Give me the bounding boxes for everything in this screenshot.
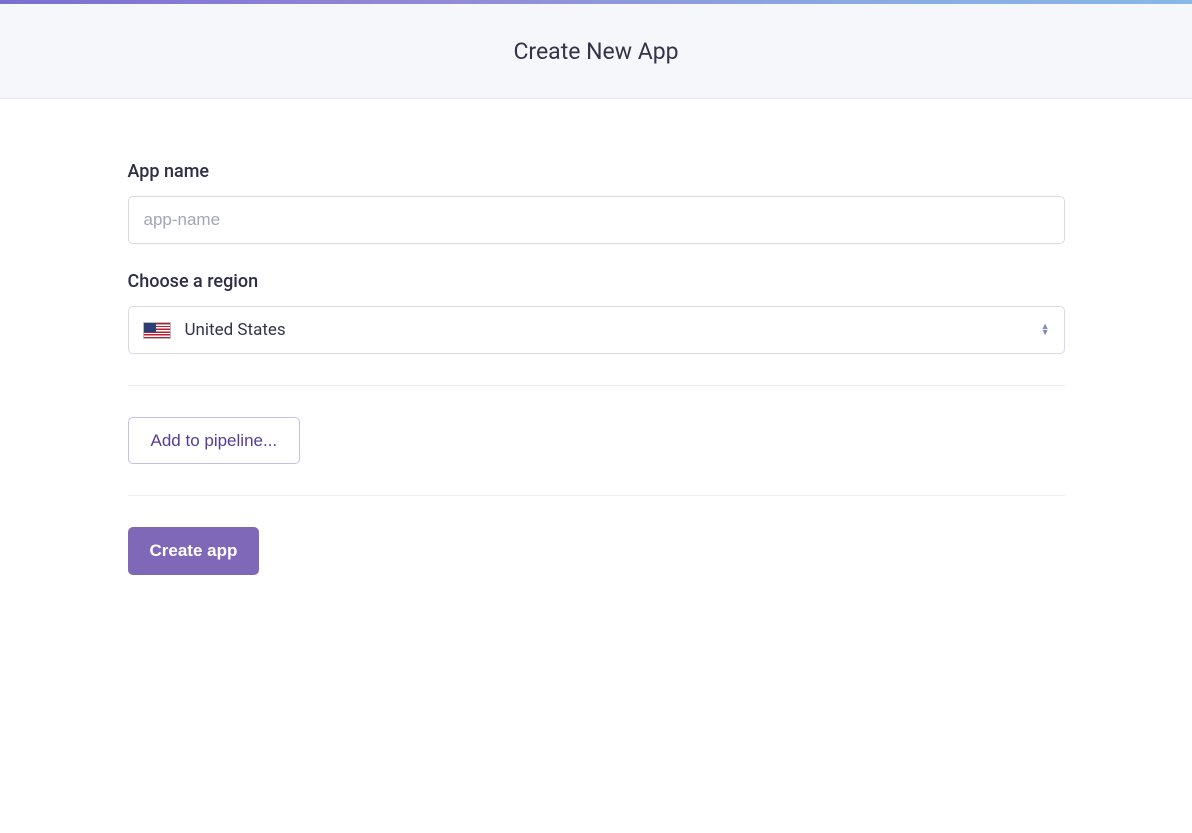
create-app-button[interactable]: Create app: [128, 527, 260, 575]
region-select[interactable]: United States ▲▼: [128, 306, 1065, 354]
pipeline-section: Add to pipeline...: [128, 386, 1065, 495]
select-arrows-icon: ▲▼: [1041, 324, 1050, 336]
app-name-section: App name: [128, 161, 1065, 244]
us-flag-icon: [143, 322, 171, 339]
submit-section: Create app: [128, 496, 1065, 575]
region-selected-value: United States: [185, 320, 286, 340]
form-container: App name Choose a region United States ▲…: [128, 99, 1065, 575]
region-label: Choose a region: [128, 271, 1065, 292]
region-section: Choose a region United States ▲▼: [128, 271, 1065, 354]
app-name-input[interactable]: [128, 196, 1065, 244]
page-title: Create New App: [513, 38, 678, 65]
add-to-pipeline-button[interactable]: Add to pipeline...: [128, 417, 301, 464]
page-header: Create New App: [0, 4, 1192, 99]
app-name-label: App name: [128, 161, 1065, 182]
